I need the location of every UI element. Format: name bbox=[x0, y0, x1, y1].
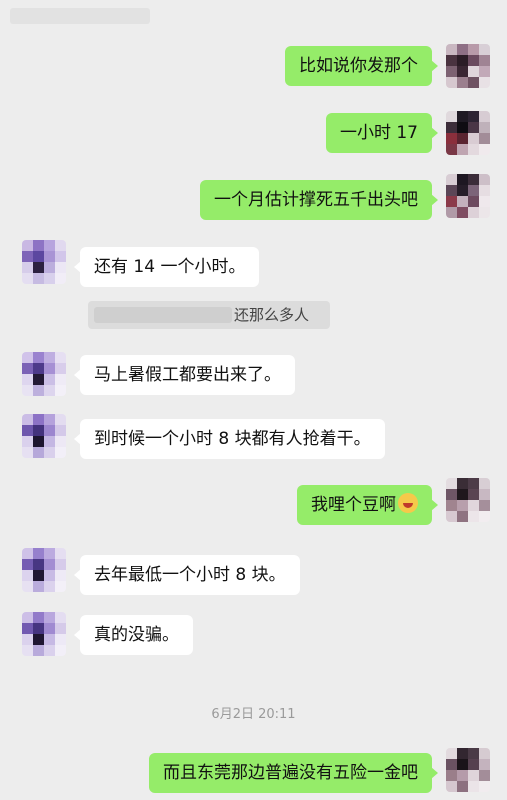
contact-avatar[interactable] bbox=[22, 548, 66, 592]
message-text: 一小时 17 bbox=[339, 123, 418, 143]
message-text: 马上暑假工都要出来了。 bbox=[94, 365, 281, 385]
message-bubble-incoming[interactable]: 真的没骗。 bbox=[74, 615, 193, 655]
message-text: 还有 14 一个小时。 bbox=[94, 257, 246, 277]
message-bubble-outgoing[interactable]: 我哩个豆啊 bbox=[297, 485, 438, 525]
message-text: 去年最低一个小时 8 块。 bbox=[94, 565, 286, 585]
message-text: 到时候一个小时 8 块都有人抢着干。 bbox=[94, 429, 371, 449]
my-avatar[interactable] bbox=[446, 111, 490, 155]
message-bubble-outgoing[interactable]: 一小时 17 bbox=[325, 113, 439, 153]
message-bubble-incoming[interactable]: 马上暑假工都要出来了。 bbox=[74, 355, 295, 395]
message-bubble-outgoing[interactable]: 而且东莞那边普遍没有五险一金吧 bbox=[149, 753, 438, 793]
message-text: 而且东莞那边普遍没有五险一金吧 bbox=[163, 763, 418, 783]
message-bubble-outgoing[interactable]: 比如说你发那个 bbox=[285, 46, 438, 86]
message-bubble-outgoing[interactable]: 一个月估计撑死五千出头吧 bbox=[200, 180, 438, 220]
message-text: 真的没骗。 bbox=[94, 625, 179, 645]
blurred-header bbox=[10, 8, 150, 24]
message-bubble-incoming[interactable]: 到时候一个小时 8 块都有人抢着干。 bbox=[74, 419, 385, 459]
contact-avatar[interactable] bbox=[22, 612, 66, 656]
my-avatar[interactable] bbox=[446, 478, 490, 522]
my-avatar[interactable] bbox=[446, 174, 490, 218]
laughing-crying-emoji-icon bbox=[398, 493, 418, 513]
timestamp: 6月2日 20:11 bbox=[211, 707, 296, 722]
message-text: 比如说你发那个 bbox=[299, 56, 418, 76]
system-notice: 还那么多人 bbox=[88, 301, 330, 329]
message-text: 我哩个豆啊 bbox=[311, 495, 396, 515]
my-avatar[interactable] bbox=[446, 44, 490, 88]
system-notice-text: 还那么多人 bbox=[234, 306, 310, 324]
message-text: 一个月估计撑死五千出头吧 bbox=[214, 190, 418, 210]
my-avatar[interactable] bbox=[446, 748, 490, 792]
contact-avatar[interactable] bbox=[22, 352, 66, 396]
message-bubble-incoming[interactable]: 去年最低一个小时 8 块。 bbox=[74, 555, 300, 595]
contact-avatar[interactable] bbox=[22, 240, 66, 284]
message-bubble-incoming[interactable]: 还有 14 一个小时。 bbox=[73, 247, 260, 287]
contact-avatar[interactable] bbox=[22, 414, 66, 458]
blurred-name bbox=[94, 307, 232, 323]
